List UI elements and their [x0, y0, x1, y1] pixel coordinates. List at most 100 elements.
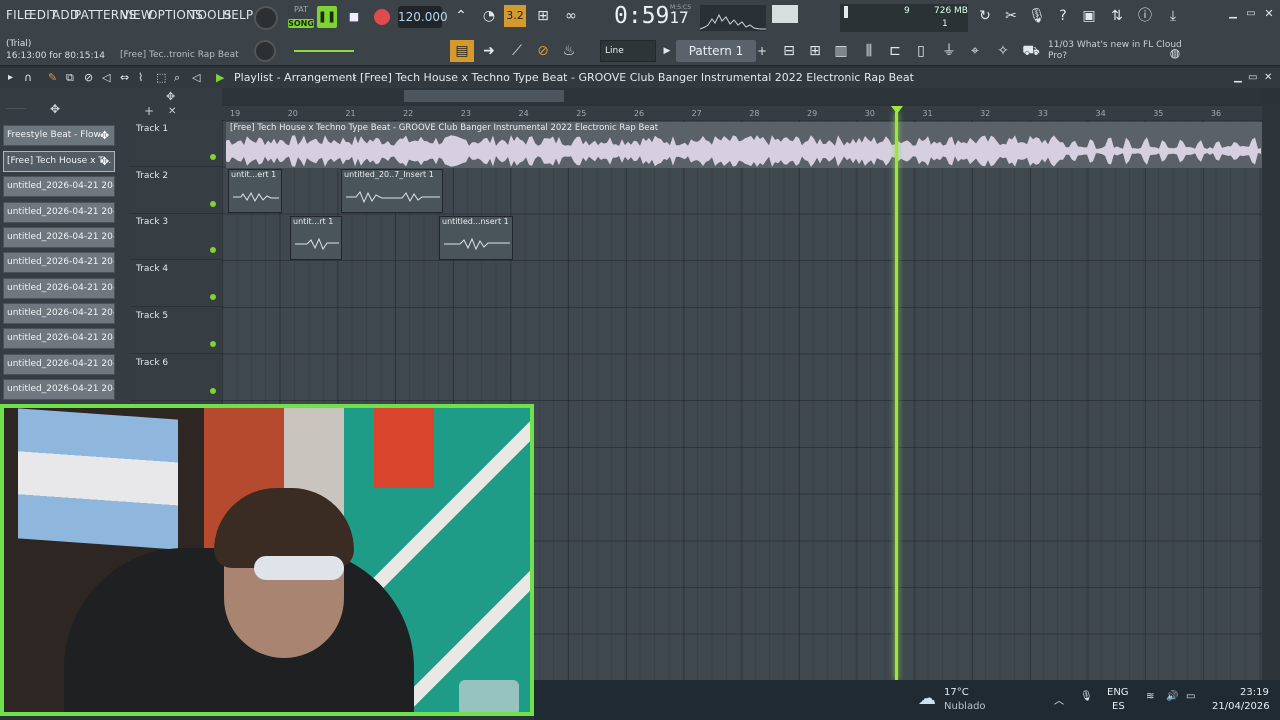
track-header[interactable]: Track 3	[130, 213, 222, 261]
arrow-right-icon[interactable]: ➜	[478, 40, 500, 62]
playlist-minimize-icon[interactable]: ▁	[1234, 68, 1242, 88]
wifi-icon[interactable]: ≋	[1146, 691, 1154, 702]
magnet-icon[interactable]: ∩	[24, 68, 32, 88]
audio-clip[interactable]: untitled...nsert 1	[439, 216, 513, 260]
track-enable-led[interactable]	[210, 154, 216, 160]
pattern-prev-icon[interactable]: ▶	[660, 40, 674, 62]
step-edit-icon[interactable]: ⊞	[532, 5, 554, 27]
weather-temp[interactable]: 17°C	[944, 687, 969, 698]
brush-icon[interactable]: ⟋	[506, 40, 528, 62]
draw-tool-icon[interactable]: ✎	[48, 68, 57, 88]
snap-select[interactable]: Line	[600, 40, 656, 62]
track-header[interactable]: Track 4	[130, 260, 222, 308]
maximize-icon[interactable]: ▭	[1242, 3, 1260, 25]
browser-item[interactable]: untitled_2026-04-21 20-...	[3, 176, 115, 197]
export-icon[interactable]: ⤓	[1162, 5, 1184, 27]
countdown-icon[interactable]: 3.2	[504, 5, 526, 27]
mute-tool-icon[interactable]: ◁	[102, 68, 110, 88]
audio-clip[interactable]: untit...rt 1	[290, 216, 342, 260]
battery-icon[interactable]: ▭	[1186, 691, 1195, 702]
add-pattern-icon[interactable]: +	[756, 40, 768, 62]
piano-roll-icon[interactable]: ▤	[450, 40, 474, 62]
touch-icon[interactable]: ⌖	[964, 40, 986, 62]
paint-tool-icon[interactable]: ⧉	[66, 68, 74, 88]
pause-button[interactable]: ❚❚	[317, 6, 337, 28]
wand-icon[interactable]: ✧	[992, 40, 1014, 62]
loop-record-icon[interactable]: ∞	[560, 5, 582, 27]
stop-button[interactable]: ■	[344, 6, 364, 28]
slip-tool-icon[interactable]: ⇔	[120, 68, 129, 88]
browser-item[interactable]: untitled_2026-04-21 20-...	[3, 202, 115, 223]
track-header[interactable]: Track 6	[130, 354, 222, 401]
volume-icon[interactable]: 🔊	[1166, 691, 1178, 702]
close-track-icon[interactable]: ✕	[168, 106, 176, 117]
audio-clip[interactable]: untit...ert 1	[228, 169, 282, 213]
track-enable-led[interactable]	[210, 340, 216, 347]
browser-item[interactable]: untitled_2026-04-21 20-...	[3, 227, 115, 248]
close-icon[interactable]: ✕	[1260, 3, 1278, 25]
minimize-icon[interactable]: ▁	[1224, 3, 1242, 25]
browser-item[interactable]: untitled_2026-04-21 20-...	[3, 379, 115, 400]
track-enable-led[interactable]	[210, 247, 216, 254]
tempo-display[interactable]: 120.000	[398, 6, 448, 28]
stamp-icon[interactable]: ♨	[558, 40, 580, 62]
timeline-ruler[interactable]: 19 20 21 22 23 24 25 26 27 28 29 30 31 32 33 34 35 36	[222, 106, 1262, 120]
track-header[interactable]: Track 5	[130, 307, 222, 354]
menu-arrow-icon[interactable]: ▸	[8, 68, 13, 88]
playlist-maximize-icon[interactable]: ▭	[1248, 68, 1257, 88]
slice-tool-icon[interactable]: ⌇	[138, 68, 143, 88]
record-button[interactable]	[374, 9, 390, 25]
clip-move-icon[interactable]: ✥	[100, 155, 109, 168]
pattern-selector[interactable]: Pattern 1	[676, 40, 756, 62]
audio-clip-main[interactable]: [Free] Tech House x Techno Type Beat - G…	[226, 122, 1262, 168]
metronome-icon[interactable]: ⌃	[450, 5, 472, 27]
track-enable-led[interactable]	[210, 200, 216, 207]
browser-item[interactable]: untitled_2026-04-21 20-...	[3, 252, 115, 273]
track-header[interactable]: Track 1	[130, 120, 222, 167]
help-icon[interactable]: ?	[1052, 5, 1074, 27]
clock-time[interactable]: 23:19	[1240, 687, 1269, 698]
play-pattern-icon[interactable]: ▶	[216, 68, 224, 88]
link-icon[interactable]: ⊘	[532, 40, 554, 62]
browser-item[interactable]: untitled_2026-04-21 20-...	[3, 354, 115, 375]
info-icon[interactable]: ⓘ	[1134, 5, 1156, 27]
language-code[interactable]: ENG	[1107, 687, 1129, 698]
channel-rack-icon[interactable]: ⊏	[884, 40, 906, 62]
track-enable-led[interactable]	[210, 387, 216, 394]
mixer-icon[interactable]: ⫼	[858, 40, 880, 62]
microphone-icon[interactable]: 🎙	[1080, 691, 1093, 702]
song-mode-toggle[interactable]: PAT SONG	[288, 5, 314, 31]
cart-icon[interactable]: ⛟	[1020, 40, 1042, 62]
render-icon[interactable]: ⇅	[1106, 5, 1128, 27]
playlist-icon[interactable]: ⊟	[778, 40, 800, 62]
save-icon[interactable]: ▣	[1078, 5, 1100, 27]
audio-clip[interactable]: untitled_20..7_Insert 1	[341, 169, 443, 213]
globe-icon[interactable]: ◍	[1166, 42, 1184, 64]
horizontal-scrollbar[interactable]	[222, 88, 1262, 104]
scroll-thumb[interactable]	[404, 90, 564, 102]
delete-tool-icon[interactable]: ⊘	[84, 68, 93, 88]
playlist-close-icon[interactable]: ✕	[1264, 68, 1272, 88]
playhead[interactable]	[895, 112, 898, 680]
select-tool-icon[interactable]: ⬚	[156, 68, 166, 88]
track-header[interactable]: Track 2	[130, 167, 222, 214]
clock-date[interactable]: 21/04/2026	[1212, 701, 1270, 712]
cut-icon[interactable]: ✂	[1000, 5, 1022, 27]
microphone-icon[interactable]: 🎙	[1026, 5, 1048, 27]
playback-tool-icon[interactable]: ◁	[192, 68, 200, 88]
browser-item[interactable]: untitled_2026-04-21 20-...	[3, 278, 115, 299]
browser-item[interactable]: [Free] Tech House x T...	[3, 151, 115, 172]
wait-input-icon[interactable]: ◔	[478, 5, 500, 27]
language-layout[interactable]: ES	[1112, 701, 1125, 712]
chevron-up-icon[interactable]: ︿	[1054, 692, 1064, 707]
pitch-knob[interactable]	[254, 40, 276, 62]
vertical-scrollbar[interactable]	[1262, 104, 1280, 680]
browser-icon[interactable]: ▯	[910, 40, 932, 62]
move-icon[interactable]: ✥	[50, 102, 60, 116]
clip-move-icon[interactable]: ✥	[100, 129, 109, 142]
step-sequencer-icon[interactable]: ⊞	[804, 40, 826, 62]
zoom-tool-icon[interactable]: ⌕	[174, 68, 180, 88]
browser-item[interactable]: Freestyle Beat - Flow...	[3, 125, 115, 146]
move-icon[interactable]: ✥	[166, 90, 175, 103]
track-enable-led[interactable]	[210, 294, 216, 301]
